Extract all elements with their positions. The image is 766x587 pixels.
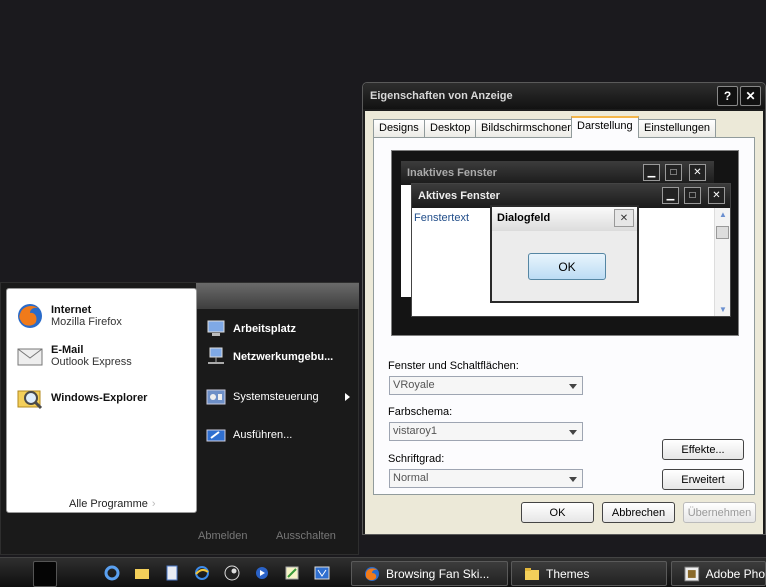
start-item-label: Systemsteuerung: [233, 391, 319, 403]
quicklaunch-browser-icon[interactable]: [194, 565, 210, 581]
chevron-down-icon: [569, 384, 577, 389]
start-item-label: Netzwerkumgebu...: [233, 351, 334, 363]
preview-window-text: Fenstertext: [414, 212, 470, 224]
logoff-button[interactable]: Abmelden: [198, 530, 248, 542]
submenu-arrow-icon: [345, 393, 350, 401]
dialog-titlebar[interactable]: Eigenschaften von Anzeige ? ✕: [363, 83, 765, 109]
preview-msgbox-title: Dialogfeld: [497, 212, 551, 224]
preview-ok-button: OK: [528, 253, 606, 280]
taskbar: Browsing Fan Ski... Themes Adobe Pho: [0, 557, 766, 587]
preview-active-title: Aktives Fenster: [418, 190, 500, 202]
start-menu: Internet Mozilla Firefox E-Mail Outlook …: [0, 282, 359, 555]
start-menu-header: [196, 283, 359, 309]
preview-inactive-title: Inaktives Fenster: [407, 167, 497, 179]
start-item-internet[interactable]: Internet Mozilla Firefox: [15, 299, 122, 333]
ok-button[interactable]: OK: [521, 502, 594, 523]
apply-button[interactable]: Übernehmen: [683, 502, 756, 523]
close-icon: ✕: [614, 209, 634, 227]
start-item-netzwerkumgebung[interactable]: Netzwerkumgebu...: [205, 346, 333, 368]
start-item-title: E-Mail: [51, 344, 84, 356]
shutdown-button[interactable]: Ausschalten: [276, 530, 336, 542]
start-item-arbeitsplatz[interactable]: Arbeitsplatz: [205, 318, 296, 340]
taskbar-item-label: Browsing Fan Ski...: [386, 566, 490, 581]
advanced-button[interactable]: Erweitert: [662, 469, 744, 490]
start-item-ausfuehren[interactable]: Ausführen...: [205, 424, 292, 446]
scroll-down-icon: ▼: [719, 305, 727, 314]
minimize-icon: ▁: [643, 164, 660, 181]
tab-darstellung[interactable]: Darstellung: [571, 116, 639, 138]
appearance-preview: Inaktives Fenster ▁ □ ✕ Aktives Fenster …: [391, 150, 739, 336]
quicklaunch-folder-icon[interactable]: [134, 565, 150, 581]
dialog-title: Eigenschaften von Anzeige: [370, 90, 513, 102]
start-item-subtitle: Outlook Express: [51, 356, 132, 368]
tab-einstellungen[interactable]: Einstellungen: [638, 119, 717, 137]
start-item-label: Arbeitsplatz: [233, 323, 296, 335]
quicklaunch-media-icon[interactable]: [254, 565, 270, 581]
folder-icon: [525, 567, 539, 580]
start-item-title: Internet: [51, 304, 92, 316]
windows-buttons-select[interactable]: VRoyale: [389, 376, 583, 395]
quicklaunch-steam-icon[interactable]: [224, 565, 240, 581]
help-button[interactable]: ?: [717, 86, 738, 106]
start-menu-pinned-pane: Internet Mozilla Firefox E-Mail Outlook …: [6, 288, 197, 513]
start-button[interactable]: [33, 561, 57, 587]
start-item-label: Ausführen...: [233, 429, 293, 441]
preview-message-box: Dialogfeld ✕ OK: [490, 205, 639, 303]
maximize-icon: □: [665, 164, 682, 181]
font-size-select[interactable]: Normal: [389, 469, 583, 488]
scroll-up-icon: ▲: [719, 210, 727, 219]
taskbar-item-label: Themes: [546, 566, 590, 581]
explorer-icon: [15, 383, 45, 413]
control-panel-icon: [205, 386, 227, 408]
windows-buttons-value: VRoyale: [393, 379, 435, 391]
start-item-windows-explorer[interactable]: Windows-Explorer: [15, 381, 147, 415]
maximize-icon: □: [684, 187, 701, 204]
quicklaunch-ie-icon[interactable]: [104, 565, 120, 581]
close-icon: ✕: [708, 187, 725, 204]
close-icon: ✕: [689, 164, 706, 181]
quicklaunch-notes-icon[interactable]: [284, 565, 300, 581]
font-size-label: Schriftgrad:: [388, 453, 445, 465]
run-icon: [205, 424, 227, 446]
tab-bildschirmschoner[interactable]: Bildschirmschoner: [475, 119, 577, 137]
scroll-thumb: [716, 226, 729, 239]
color-scheme-value: vistaroy1: [393, 425, 438, 437]
computer-icon: [205, 318, 227, 340]
all-programs-button[interactable]: Alle Programme ›: [69, 498, 156, 510]
close-button[interactable]: ✕: [740, 86, 761, 106]
taskbar-item-themes[interactable]: Themes: [511, 561, 667, 586]
chevron-right-icon: ›: [151, 498, 156, 510]
photoshop-icon: [684, 566, 700, 581]
font-size-value: Normal: [393, 472, 429, 484]
firefox-icon: [15, 301, 45, 331]
minimize-icon: ▁: [662, 187, 679, 204]
start-item-systemsteuerung[interactable]: Systemsteuerung: [205, 386, 319, 408]
quicklaunch-document-icon[interactable]: [164, 565, 180, 581]
cancel-button[interactable]: Abbrechen: [602, 502, 675, 523]
taskbar-item-label: Adobe Pho: [705, 566, 765, 581]
chevron-down-icon: [569, 477, 577, 482]
network-icon: [205, 346, 227, 368]
tab-designs[interactable]: Designs: [373, 119, 425, 137]
firefox-icon: [365, 566, 379, 581]
taskbar-item-firefox[interactable]: Browsing Fan Ski...: [351, 561, 508, 586]
preview-scrollbar: ▲ ▼: [714, 208, 730, 316]
taskbar-item-photoshop[interactable]: Adobe Pho: [671, 561, 766, 586]
start-item-subtitle: Mozilla Firefox: [51, 316, 122, 328]
start-item-email[interactable]: E-Mail Outlook Express: [15, 339, 132, 373]
effects-button[interactable]: Effekte...: [662, 439, 744, 460]
display-properties-dialog: Eigenschaften von Anzeige ? ✕ Designs De…: [362, 82, 766, 535]
color-scheme-select[interactable]: vistaroy1: [389, 422, 583, 441]
appearance-tab-page: Inaktives Fenster ▁ □ ✕ Aktives Fenster …: [373, 137, 755, 495]
dialog-client-area: Designs Desktop Bildschirmschoner Darste…: [365, 111, 763, 534]
quicklaunch-desktop-icon[interactable]: [314, 565, 330, 581]
windows-buttons-label: Fenster und Schaltflächen:: [388, 360, 519, 372]
chevron-down-icon: [569, 430, 577, 435]
all-programs-label: Alle Programme: [69, 498, 148, 510]
tab-desktop[interactable]: Desktop: [424, 119, 477, 137]
start-item-title: Windows-Explorer: [51, 392, 148, 404]
color-scheme-label: Farbschema:: [388, 406, 453, 418]
mail-icon: [15, 341, 45, 371]
